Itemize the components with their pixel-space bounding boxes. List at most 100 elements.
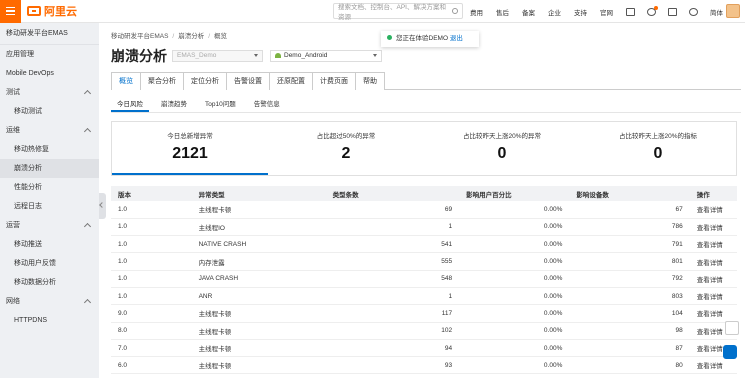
tab[interactable]: 告警设置: [226, 72, 270, 90]
nav-aftersales[interactable]: 售后: [496, 7, 509, 17]
view-details-link[interactable]: 查看详情: [689, 287, 737, 306]
sidebar-item[interactable]: 崩溃分析: [0, 159, 99, 178]
table-header-cell: 影响设备数: [569, 186, 690, 201]
tab[interactable]: 还原配置: [269, 72, 313, 90]
table-cell: 94: [325, 339, 460, 358]
exception-table: 版本 异常类型 类型条数 影响用户百分比 影响设备数 操作 1.0 主线程卡顿 69 0.00%…: [111, 186, 737, 375]
avatar[interactable]: [726, 4, 740, 18]
view-details-link[interactable]: 查看详情: [689, 201, 737, 219]
table-cell: 主线程卡顿: [191, 339, 326, 358]
table-cell: 1.0: [111, 270, 192, 288]
exit-demo-link[interactable]: 退出: [450, 35, 463, 42]
subtab[interactable]: 崩溃趋势: [155, 98, 193, 112]
table-cell: 803: [569, 287, 690, 306]
tab[interactable]: 定位分析: [183, 72, 227, 90]
breadcrumb-item[interactable]: 移动研发平台EMAS: [111, 33, 168, 40]
nav-icp[interactable]: 备案: [522, 7, 535, 17]
view-details-link[interactable]: 查看详情: [689, 235, 737, 254]
table-cell: 0.00%: [459, 252, 570, 271]
sidebar-item[interactable]: 移动推送: [0, 235, 99, 254]
tab[interactable]: 概览: [111, 72, 141, 90]
table-cell: 主线程卡顿: [191, 322, 326, 340]
nav-enterprise[interactable]: 企业: [548, 7, 561, 17]
brand-logo[interactable]: 阿里云: [27, 3, 77, 19]
sidebar-item[interactable]: 运维: [0, 121, 99, 140]
view-details-link[interactable]: 查看详情: [689, 304, 737, 323]
app-select[interactable]: EMAS_Demo: [172, 50, 263, 62]
chat-icon[interactable]: [725, 321, 739, 335]
subtab[interactable]: Top10问题: [199, 98, 242, 112]
subtab[interactable]: 告警信息: [248, 98, 286, 112]
sub-tabs: 今日风险 崩溃趋势 Top10问题 告警信息: [111, 98, 741, 113]
sidebar-item[interactable]: 移动数据分析: [0, 273, 99, 292]
stat-card[interactable]: 占比超过50%的异常 2: [268, 122, 424, 175]
table-cell: 792: [569, 270, 690, 288]
subtab[interactable]: 今日风险: [111, 98, 149, 112]
view-details-link[interactable]: 查看详情: [689, 252, 737, 271]
top-bar: 阿里云 搜索文档、控制台、API、解决方案和资源 费用 售后 备案 企业 支持 …: [0, 0, 745, 23]
sidebar-item-label: 性能分析: [14, 184, 42, 191]
cart-icon[interactable]: [668, 7, 677, 16]
top-nav: 费用 售后 备案 企业 支持 官网 简体: [470, 0, 736, 23]
table-header-cell: 影响用户百分比: [459, 186, 570, 201]
bell-icon[interactable]: [647, 5, 658, 16]
nav-fees[interactable]: 费用: [470, 7, 483, 17]
sidebar-item-label: 移动测试: [14, 108, 42, 115]
table-cell: 6.0: [111, 356, 192, 375]
chevron-down-icon: [373, 54, 377, 57]
table-cell: 87: [569, 339, 690, 358]
search-input[interactable]: 搜索文档、控制台、API、解决方案和资源: [333, 3, 463, 21]
view-details-link[interactable]: 查看详情: [689, 270, 737, 288]
android-icon: [275, 52, 281, 58]
table-row: 1.0 主线程卡顿 69 0.00% 67 查看详情: [111, 201, 737, 219]
sidebar-item-label: 网络: [6, 298, 20, 305]
sidebar-item[interactable]: Mobile DevOps: [0, 64, 99, 83]
sidebar-item[interactable]: HTTPDNS: [0, 311, 99, 330]
apps-icon[interactable]: [723, 345, 737, 359]
sidebar-item[interactable]: 移动测试: [0, 102, 99, 121]
stat-card[interactable]: 占比较昨天上涨20%的异常 0: [424, 122, 580, 175]
sidebar-item[interactable]: 测试: [0, 83, 99, 102]
stat-value: 0: [497, 145, 507, 162]
table-cell: 0.00%: [459, 218, 570, 237]
tab[interactable]: 计费页面: [312, 72, 356, 90]
table-cell: 1.0: [111, 252, 192, 271]
tab[interactable]: 帮助: [355, 72, 385, 90]
stat-card[interactable]: 今日总新增异常 2121: [112, 122, 268, 175]
stat-value: 0: [653, 145, 663, 162]
language-switch[interactable]: 简体: [710, 7, 723, 17]
table-cell: 0.00%: [459, 356, 570, 375]
table-cell: 0.00%: [459, 287, 570, 306]
chevron-up-icon: [83, 298, 92, 307]
sidebar-collapse-handle[interactable]: [99, 193, 106, 219]
sidebar-item[interactable]: 远程日志: [0, 197, 99, 216]
nav-official[interactable]: 官网: [600, 7, 613, 17]
table-cell: 1.0: [111, 287, 192, 306]
table-row: 8.0 主线程卡顿 102 0.00% 98 查看详情: [111, 322, 737, 340]
table-row: 1.0 JAVA CRASH 548 0.00% 792 查看详情: [111, 270, 737, 288]
sidebar-item[interactable]: 移动热修复: [0, 140, 99, 159]
menu-icon[interactable]: [0, 0, 21, 23]
search-icon[interactable]: [452, 8, 458, 14]
table-cell: 0.00%: [459, 270, 570, 288]
sidebar-item[interactable]: 移动用户反馈: [0, 254, 99, 273]
sidebar-item[interactable]: 网络: [0, 292, 99, 311]
sidebar-item[interactable]: 性能分析: [0, 178, 99, 197]
sidebar-item-label: 运维: [6, 127, 20, 134]
platform-select[interactable]: Demo_Android: [270, 50, 382, 62]
table-row: 7.0 主线程卡顿 94 0.00% 87 查看详情: [111, 339, 737, 358]
help-icon[interactable]: [689, 7, 698, 16]
view-details-link[interactable]: 查看详情: [689, 356, 737, 375]
tab[interactable]: 聚合分析: [140, 72, 184, 90]
view-details-link[interactable]: 查看详情: [689, 218, 737, 237]
sidebar-item[interactable]: 运营: [0, 216, 99, 235]
table-row: 1.0 NATIVE CRASH 541 0.00% 791 查看详情: [111, 235, 737, 254]
table-cell: 801: [569, 252, 690, 271]
nav-support[interactable]: 支持: [574, 7, 587, 17]
breadcrumb-item[interactable]: 崩溃分析: [178, 33, 204, 40]
table-cell: 1: [325, 218, 460, 237]
sidebar-item[interactable]: 应用管理: [0, 45, 99, 64]
terminal-icon[interactable]: [626, 7, 635, 16]
stat-card[interactable]: 占比较昨天上涨20%的指标 0: [580, 122, 736, 175]
table-cell: 69: [325, 201, 460, 219]
